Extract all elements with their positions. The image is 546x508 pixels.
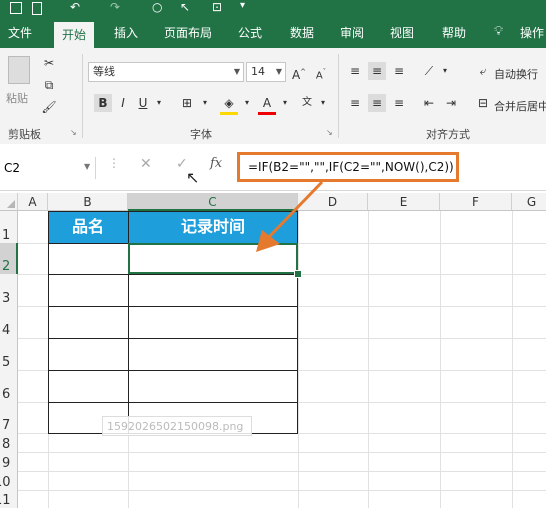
annotation-arrow [256,180,324,252]
image-filename-watermark: 1592026502150098.png [102,416,252,436]
